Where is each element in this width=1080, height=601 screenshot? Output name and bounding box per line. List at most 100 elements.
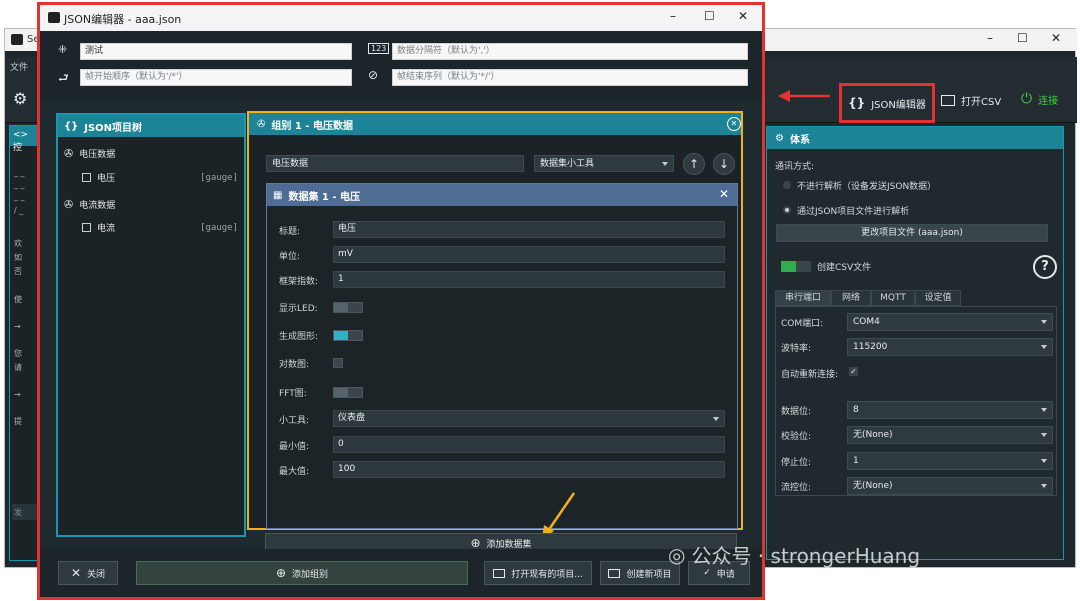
close-icon: ✕: [70, 566, 82, 580]
console-line: →: [14, 390, 21, 399]
frame-start-input[interactable]: 帧开始顺序（默认为'/*'）: [80, 69, 352, 86]
stop-bits-select[interactable]: 1: [847, 452, 1053, 470]
help-icon[interactable]: ?: [1033, 255, 1057, 279]
move-down-icon[interactable]: ↓: [713, 153, 735, 175]
open-csv-button[interactable]: 打开CSV: [941, 93, 1001, 108]
parity-label: 校验位:: [781, 432, 812, 442]
tab-mqtt[interactable]: MQTT: [871, 290, 915, 306]
console-input[interactable]: 发: [12, 504, 40, 520]
comm-label: 通讯方式:: [775, 162, 815, 172]
console-line: / _: [14, 206, 24, 215]
close-icon[interactable]: ✕: [1051, 31, 1061, 45]
close-dataset-icon[interactable]: ✕: [719, 187, 729, 201]
dataset-widget-select[interactable]: 仪表盘: [333, 410, 725, 427]
dataset-max-input[interactable]: 100: [333, 461, 725, 478]
field-label-widget: 小工具:: [279, 416, 310, 426]
parity-select[interactable]: 无(None): [847, 426, 1053, 444]
move-up-icon[interactable]: ↑: [683, 153, 705, 175]
radio-none[interactable]: [783, 181, 791, 189]
auto-reconnect-checkbox[interactable]: ✓: [849, 367, 858, 376]
tree-group-voltage[interactable]: ✇ 电压数据: [64, 147, 240, 160]
json-editor-button[interactable]: {} JSON编辑器: [839, 83, 935, 123]
frame-end-input[interactable]: 帧结束序列（默认为'*/'）: [392, 69, 748, 86]
group-widget-select[interactable]: 数据集小工具: [534, 155, 674, 172]
frame-start-icon: ⮐: [58, 71, 69, 85]
console-header: <> 控: [10, 126, 40, 153]
field-label-fft: FFT图:: [279, 389, 307, 399]
dataset-index-input[interactable]: 1: [333, 271, 725, 288]
tab-settings[interactable]: 设定值: [915, 290, 961, 306]
annotation-arrow-icon: [778, 90, 830, 102]
dataset-header: ▦ 数据集 1 - 电压: [267, 184, 737, 206]
fft-toggle[interactable]: [333, 387, 363, 398]
dataset-unit-input[interactable]: mV: [333, 246, 725, 263]
json-editor-window: JSON编辑器 - aaa.json – ☐ ✕ ⁜ 测试 123 数据分隔符（…: [37, 2, 765, 600]
minimize-icon[interactable]: –: [987, 31, 993, 45]
change-project-button[interactable]: 更改项目文件 (aaa.json): [776, 224, 1048, 242]
app-icon: [11, 34, 23, 45]
dataset-type-tag: [gauge]: [200, 172, 238, 183]
tree-group-current[interactable]: ✇ 电流数据: [64, 198, 240, 211]
com-port-select[interactable]: COM4: [847, 313, 1053, 331]
csv-toggle[interactable]: [781, 261, 811, 272]
watermark: ◎ 公众号 · strongerHuang: [668, 542, 921, 569]
tab-network[interactable]: 网络: [831, 290, 871, 306]
com-port-label: COM端口:: [781, 319, 824, 329]
editor-titlebar: JSON编辑器 - aaa.json – ☐ ✕: [40, 5, 762, 31]
group-icon: ✇: [64, 198, 74, 211]
toggle-knob: [334, 388, 348, 397]
close-icon[interactable]: ✕: [738, 9, 748, 23]
field-label-graph: 生成图形:: [279, 332, 319, 342]
baud-select[interactable]: 115200: [847, 338, 1053, 356]
close-button[interactable]: ✕ 关闭: [58, 561, 118, 585]
menu-file[interactable]: 文件: [10, 60, 28, 73]
console-line: 请: [14, 363, 22, 372]
add-group-button[interactable]: ⊕ 添加组别: [136, 561, 468, 585]
group-title: 组别 1 - 电压数据: [271, 120, 353, 132]
connect-button[interactable]: ⏻ 连接: [1021, 91, 1058, 107]
chart-icon: [82, 223, 91, 232]
dataset-min-input[interactable]: 0: [333, 436, 725, 453]
tree-title: JSON项目树: [84, 122, 143, 134]
field-label-unit: 单位:: [279, 252, 301, 262]
gear-icon[interactable]: ⚙: [13, 89, 27, 108]
log-plot-checkbox[interactable]: [333, 358, 343, 368]
setup-title: 体系: [789, 134, 810, 146]
data-bits-select[interactable]: 8: [847, 401, 1053, 419]
data-bits-label: 数据位:: [781, 407, 812, 417]
field-label-title: 标题:: [279, 227, 301, 237]
close-group-icon[interactable]: ✕: [727, 117, 741, 131]
maximize-icon[interactable]: ☐: [1017, 31, 1028, 45]
code-icon: <>: [13, 130, 29, 140]
separator-input[interactable]: 数据分隔符（默认为','）: [392, 43, 748, 60]
maximize-icon[interactable]: ☐: [704, 9, 715, 23]
console-line: 使: [14, 295, 22, 304]
tree-dataset-current[interactable]: 电流 [gauge]: [82, 221, 238, 234]
auto-reconnect-label: 自动重新连接:: [781, 370, 839, 380]
console-line: 否: [14, 267, 22, 276]
tab-serial[interactable]: 串行端口: [775, 290, 831, 306]
console-line: 欢: [14, 239, 22, 248]
graph-toggle[interactable]: [333, 330, 363, 341]
chart-icon: ▦: [273, 189, 283, 201]
radio-json[interactable]: [783, 206, 791, 214]
open-existing-button[interactable]: 打开现有的项目...: [484, 561, 592, 585]
dataset-title-input[interactable]: 电压: [333, 221, 725, 238]
field-label-min: 最小值:: [279, 442, 310, 452]
braces-icon: {}: [64, 120, 79, 132]
minimize-icon[interactable]: –: [670, 9, 676, 23]
setup-panel: ⚙ 体系 通讯方式: 不进行解析（设备发送JSON数据） 通过JSON项目文件进…: [766, 126, 1064, 560]
group-panel: ✇ 组别 1 - 电压数据 ✕ 电压数据 数据集小工具 ↑ ↓ ▦ 数据集 1 …: [247, 111, 743, 530]
wechat-icon: ◎: [668, 542, 686, 567]
tree-dataset-voltage[interactable]: 电压 [gauge]: [82, 171, 238, 184]
dataset-type-tag: [gauge]: [200, 222, 238, 233]
project-title-input[interactable]: 测试: [80, 43, 352, 60]
flow-control-select[interactable]: 无(None): [847, 477, 1053, 495]
led-toggle[interactable]: [333, 302, 363, 313]
separator-icon: 123: [368, 43, 390, 54]
group-name-input[interactable]: 电压数据: [266, 155, 524, 172]
csv-toggle-knob: [781, 261, 796, 272]
frame-end-icon: ⊘: [368, 68, 379, 82]
toggle-knob: [334, 303, 348, 312]
field-label-led: 显示LED:: [279, 304, 318, 314]
